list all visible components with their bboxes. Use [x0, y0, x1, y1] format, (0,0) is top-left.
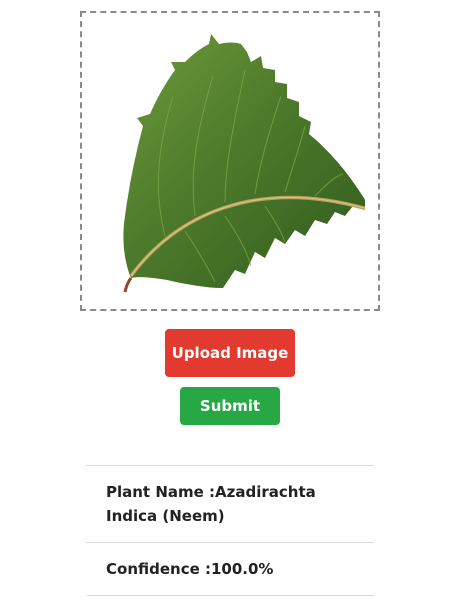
plant-name-result: Plant Name :Azadirachta Indica (Neem) [86, 465, 374, 542]
upload-image-button[interactable]: Upload Image [165, 329, 295, 377]
confidence-result: Confidence :100.0% [86, 542, 374, 596]
image-preview-dropzone[interactable] [80, 11, 380, 311]
plant-identifier-app: Upload Image Submit Plant Name :Azadirac… [0, 0, 473, 605]
submit-button[interactable]: Submit [180, 387, 280, 425]
prediction-results: Plant Name :Azadirachta Indica (Neem) Co… [86, 465, 374, 596]
leaf-image [123, 34, 365, 293]
